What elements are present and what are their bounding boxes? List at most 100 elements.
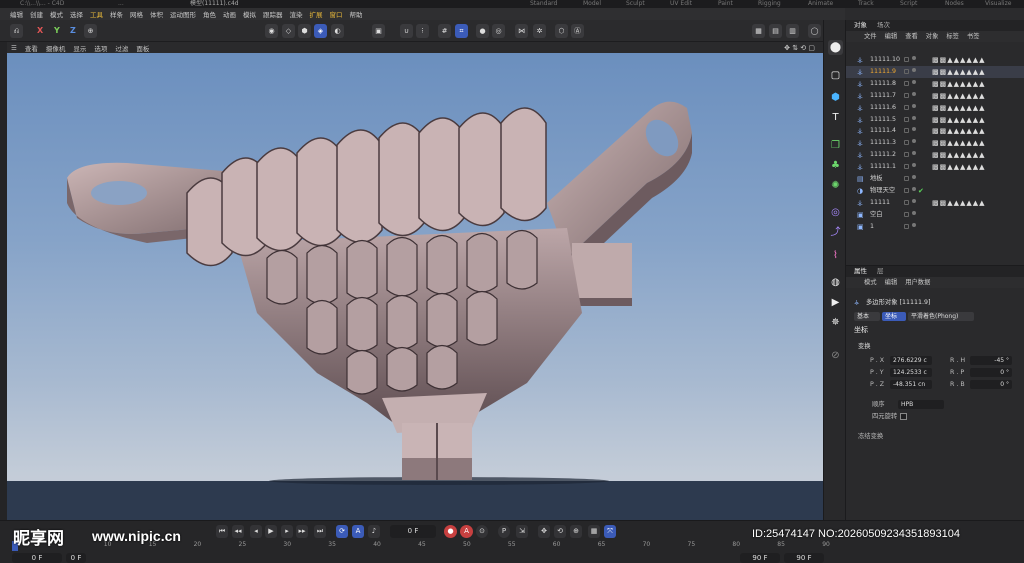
- symmetry-icon[interactable]: ⋈: [515, 24, 528, 38]
- visibility-dot-icon[interactable]: [912, 115, 916, 120]
- hamburger-icon[interactable]: ☰: [11, 44, 17, 52]
- render-picture-viewer-icon[interactable]: ▤: [769, 24, 782, 38]
- layer-icon[interactable]: [904, 152, 909, 158]
- obj-menu-tags[interactable]: 标签: [946, 31, 959, 42]
- object-name[interactable]: 11111.3: [870, 137, 896, 149]
- layout-tab-rigging[interactable]: Rigging: [758, 0, 781, 8]
- object-name[interactable]: 11111.7: [870, 90, 896, 102]
- deformer-icon[interactable]: ◎: [828, 205, 843, 220]
- object-name[interactable]: 11111.8: [870, 78, 896, 90]
- menu-spline[interactable]: 样条: [110, 9, 123, 19]
- tab-takes[interactable]: 场次: [877, 20, 890, 31]
- menu-mograph[interactable]: 运动图形: [170, 9, 196, 19]
- quantize-icon[interactable]: ⌗: [455, 24, 468, 38]
- layout-tab-uvedit[interactable]: UV Edit: [670, 0, 692, 8]
- object-row[interactable]: ⚶ 11111.7 ▩▩▲▲▲▲▲▲: [846, 90, 1024, 102]
- param-key-icon[interactable]: ⊕: [570, 525, 582, 538]
- visibility-dot-icon[interactable]: [912, 56, 916, 60]
- menu-help[interactable]: 帮助: [350, 9, 363, 19]
- visibility-dot-icon[interactable]: [912, 127, 916, 132]
- visibility-dot-icon[interactable]: [912, 79, 916, 84]
- material-tag-icon[interactable]: ▩▩▲▲▲▲▲▲: [932, 54, 986, 66]
- material-tag-icon[interactable]: ▩▩▲▲▲▲▲▲: [932, 161, 986, 173]
- tab-attributes[interactable]: 属性: [854, 266, 867, 277]
- effector-icon[interactable]: ✺: [828, 178, 843, 193]
- viewport-menu-cameras[interactable]: 摄像机: [46, 43, 66, 53]
- sculpture-model[interactable]: [7, 53, 823, 520]
- layer-icon[interactable]: [904, 223, 909, 229]
- transform-group-label[interactable]: 变换: [858, 342, 871, 351]
- object-name[interactable]: 11111.5: [870, 114, 896, 126]
- object-name[interactable]: 11111.9: [870, 66, 896, 78]
- menu-edit[interactable]: 编辑: [10, 9, 23, 19]
- layer-icon[interactable]: [904, 104, 909, 110]
- rot-field[interactable]: 0 °: [970, 380, 1012, 389]
- camera-icon[interactable]: ▶: [828, 295, 843, 310]
- obj-menu-edit[interactable]: 编辑: [885, 31, 898, 42]
- points-mode-icon[interactable]: ◉: [265, 24, 278, 38]
- coordinate-system-icon[interactable]: ⊕: [84, 24, 97, 38]
- object-row[interactable]: ▤ 地板: [846, 173, 1024, 185]
- cube-outline-icon[interactable]: ▢: [828, 68, 843, 83]
- bend-icon[interactable]: ⤴: [828, 225, 843, 240]
- playback-mode-icon[interactable]: A: [352, 525, 364, 538]
- object-row[interactable]: ⚶ 11111.3 ▩▩▲▲▲▲▲▲: [846, 137, 1024, 149]
- subtab-phong[interactable]: 平滑着色(Phong): [908, 312, 974, 321]
- viewport-menu-view[interactable]: 查看: [25, 43, 38, 53]
- next-key-icon[interactable]: ▸▸: [296, 525, 308, 538]
- polygons-mode-icon[interactable]: ⬢: [298, 24, 311, 38]
- snap-icon[interactable]: ∪: [400, 24, 413, 38]
- settings-gear-icon[interactable]: ✲: [533, 24, 546, 38]
- tab-objects[interactable]: 对象: [854, 20, 867, 31]
- layer-icon[interactable]: [904, 164, 909, 170]
- layer-icon[interactable]: [904, 211, 909, 217]
- layer-icon[interactable]: [904, 176, 909, 181]
- pos-field[interactable]: 276.6229 c: [890, 356, 932, 365]
- pos-field[interactable]: 124.2533 c: [890, 368, 932, 377]
- start-frame-field[interactable]: 0 F: [12, 553, 62, 563]
- layer-icon[interactable]: [904, 116, 909, 122]
- viewport-menu-panel[interactable]: 面板: [136, 43, 149, 53]
- menu-select[interactable]: 选择: [70, 9, 83, 19]
- attr-menu-mode[interactable]: 模式: [864, 277, 877, 288]
- object-row[interactable]: ⚶ 11111.8 ▩▩▲▲▲▲▲▲: [846, 78, 1024, 90]
- y-axis-toggle[interactable]: Y: [54, 25, 60, 37]
- menu-window[interactable]: 窗口: [330, 9, 343, 19]
- layout-tab-standard[interactable]: Standard: [530, 0, 557, 8]
- goto-end-icon[interactable]: ⏭: [314, 525, 326, 538]
- text-icon[interactable]: T: [828, 110, 843, 125]
- preview-end-field[interactable]: 90 F: [740, 553, 780, 563]
- clone-icon[interactable]: ❐: [828, 138, 843, 153]
- object-row[interactable]: ▣ 1: [846, 221, 1024, 233]
- layer-icon[interactable]: [904, 128, 909, 134]
- material-tag-icon[interactable]: ▩▩▲▲▲▲▲▲: [932, 197, 986, 209]
- interpolation-icon[interactable]: ⤧: [604, 525, 616, 538]
- obj-menu-view[interactable]: 查看: [905, 31, 918, 42]
- material-tag-icon[interactable]: ▩▩▲▲▲▲▲▲: [932, 137, 986, 149]
- current-frame-field[interactable]: 0 F: [390, 525, 436, 538]
- object-name[interactable]: 11111.4: [870, 125, 896, 137]
- obj-menu-bookmarks[interactable]: 书签: [967, 31, 980, 42]
- visibility-dot-icon[interactable]: [912, 151, 916, 156]
- display-icon[interactable]: ⬡: [555, 24, 568, 38]
- menu-mode[interactable]: 模式: [50, 9, 63, 19]
- visibility-dot-icon[interactable]: [912, 91, 916, 96]
- visibility-dot-icon[interactable]: [912, 198, 916, 203]
- object-row[interactable]: ⚶ 11111.2 ▩▩▲▲▲▲▲▲: [846, 149, 1024, 161]
- attr-menu-edit[interactable]: 编辑: [885, 277, 898, 288]
- prev-key-icon[interactable]: ◂◂: [232, 525, 244, 538]
- render-queue-icon[interactable]: ◯: [808, 24, 821, 38]
- object-row[interactable]: ⚶ 11111.1 ▩▩▲▲▲▲▲▲: [846, 161, 1024, 173]
- rotate-key-icon[interactable]: ⟲: [554, 525, 566, 538]
- menu-tracker[interactable]: 跟踪器: [263, 9, 283, 19]
- next-frame-icon[interactable]: ▸: [281, 525, 293, 538]
- z-axis-toggle[interactable]: Z: [70, 25, 76, 37]
- material-tag-icon[interactable]: ▩▩▲▲▲▲▲▲: [932, 102, 986, 114]
- render-view-icon[interactable]: ▦: [752, 24, 765, 38]
- order-select[interactable]: HPB: [898, 400, 944, 409]
- record-icon[interactable]: ●: [444, 525, 457, 538]
- layout-tab-visualize[interactable]: Visualize: [985, 0, 1011, 8]
- object-name[interactable]: 11111.1: [870, 161, 896, 173]
- layout-tab-track[interactable]: Track: [858, 0, 874, 8]
- layout-tab-model[interactable]: Model: [583, 0, 601, 8]
